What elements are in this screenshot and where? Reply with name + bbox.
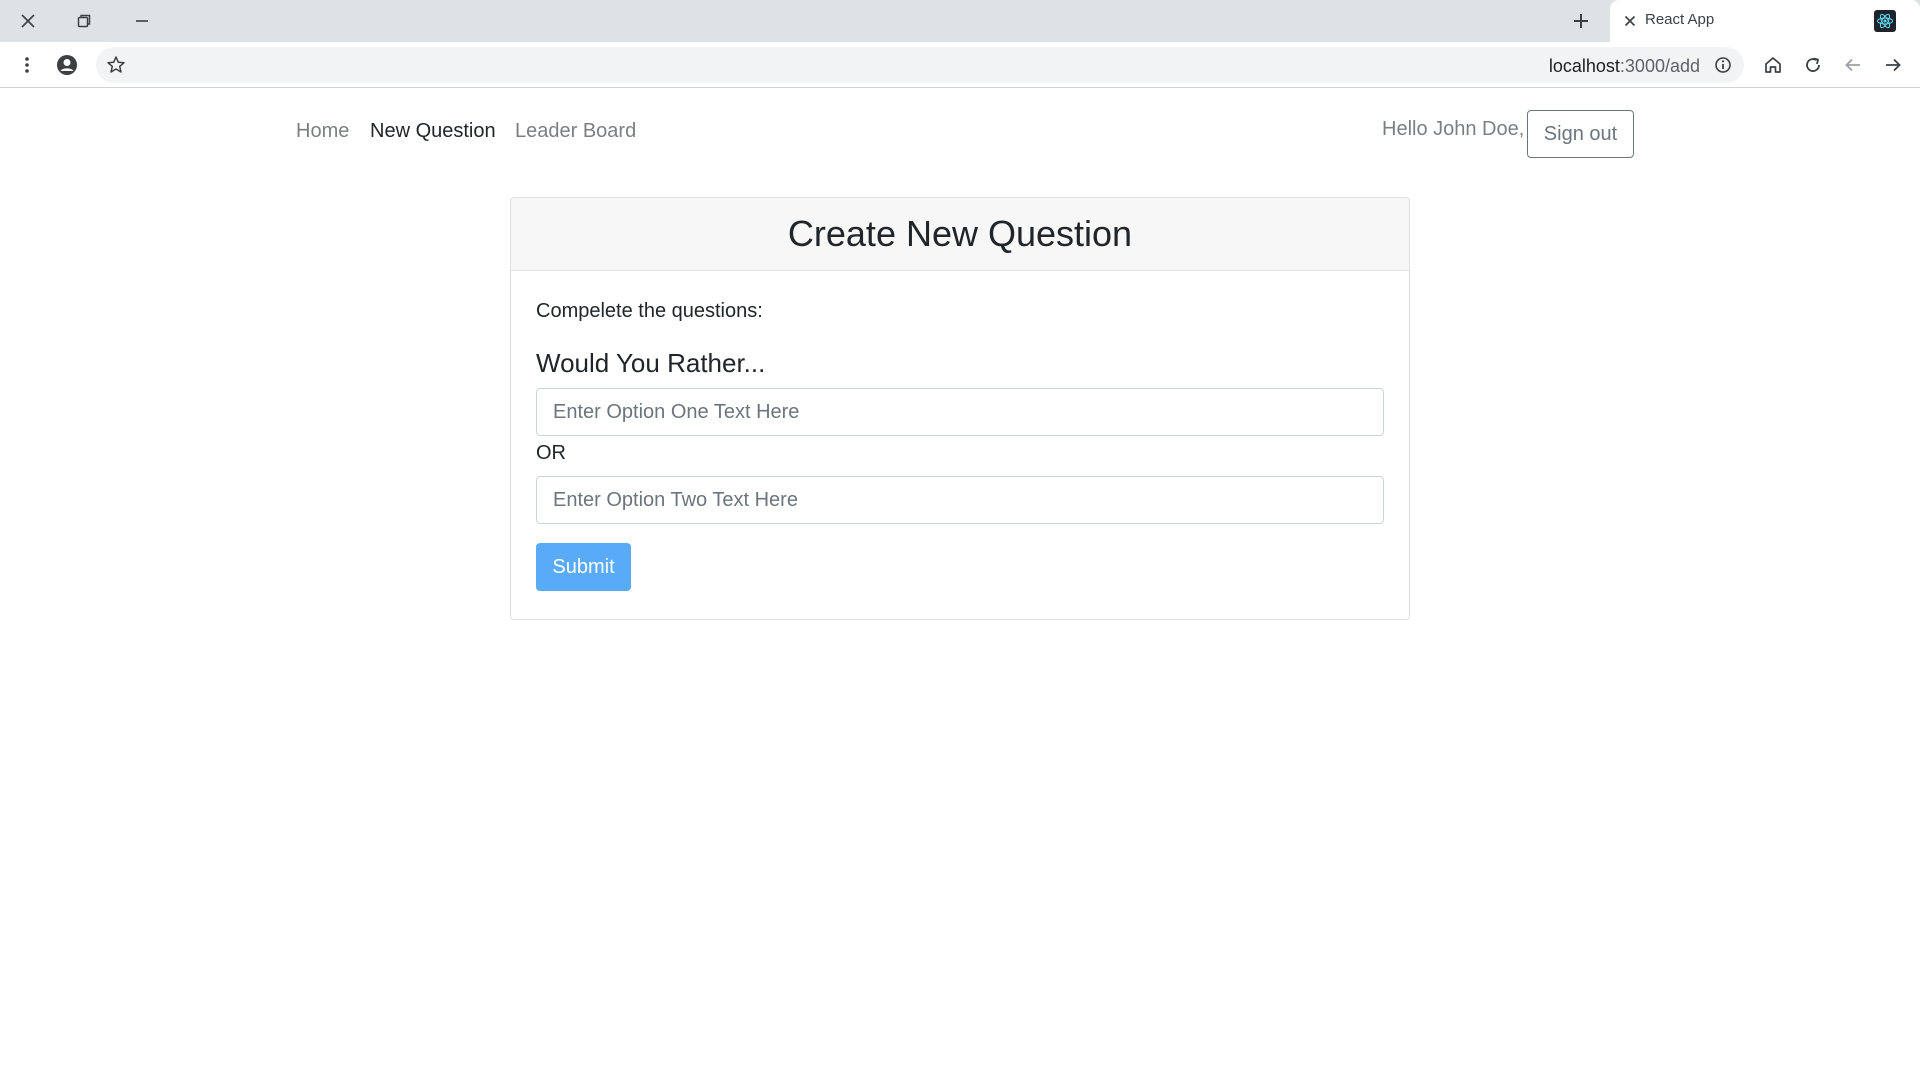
new-tab-button[interactable] [1563, 7, 1599, 35]
page-title: Create New Question [787, 213, 1133, 254]
active-tab[interactable]: React App [1610, 0, 1920, 42]
account-circle-icon [57, 55, 77, 75]
home-icon [1765, 57, 1781, 73]
window-minimize-button[interactable] [120, 6, 164, 36]
plus-icon [1574, 14, 1588, 28]
tab-strip: React App [0, 0, 1920, 42]
reload-button[interactable] [1798, 50, 1828, 80]
would-you-rather-heading: Would You Rather... [536, 348, 766, 378]
or-label: OR [536, 442, 566, 464]
nav-link-leader-board[interactable]: Leader Board [515, 120, 636, 143]
submit-button[interactable]: Submit [536, 543, 631, 591]
arrow-right-icon [1886, 58, 1901, 72]
minimize-icon [136, 20, 148, 22]
user-greeting: Hello John Doe, [1382, 118, 1525, 140]
url-text[interactable]: localhost:3000/add [1549, 56, 1700, 77]
url-path: :3000/add [1619, 56, 1700, 76]
option-two-input[interactable] [536, 476, 1384, 524]
address-bar[interactable]: localhost:3000/add [96, 47, 1744, 83]
reload-icon [1806, 57, 1820, 72]
tab-close-button[interactable] [1620, 11, 1640, 31]
browser-toolbar: localhost:3000/add [0, 42, 1920, 88]
close-icon [1624, 15, 1636, 27]
close-icon [21, 14, 35, 28]
url-host: localhost [1548, 56, 1620, 76]
card-header: Create New Question [511, 198, 1409, 271]
home-button[interactable] [1758, 50, 1788, 80]
nav-link-new-question[interactable]: New Question [370, 120, 496, 143]
option-one-input[interactable] [536, 388, 1384, 436]
back-button[interactable] [1838, 50, 1868, 80]
new-question-card: Create New Question Compelete the questi… [510, 197, 1410, 620]
star-icon [107, 56, 125, 73]
form-instructions: Compelete the questions: [536, 300, 763, 322]
kebab-menu-icon [25, 57, 29, 73]
browser-menu-button[interactable] [12, 50, 42, 80]
app-navbar: Home New Question Leader Board Hello Joh… [290, 110, 1635, 158]
arrow-left-icon [1845, 58, 1860, 72]
profile-button[interactable] [52, 50, 82, 80]
react-logo-icon [1874, 10, 1896, 32]
nav-link-home[interactable]: Home [296, 120, 349, 143]
tab-title: React App [1645, 11, 1715, 28]
window-close-button[interactable] [6, 6, 50, 36]
window-restore-button[interactable] [62, 6, 106, 36]
site-info-button[interactable] [1708, 50, 1738, 80]
bookmark-button[interactable] [101, 50, 131, 80]
info-icon [1715, 57, 1731, 73]
sign-out-button[interactable]: Sign out [1527, 110, 1634, 158]
forward-button[interactable] [1878, 50, 1908, 80]
restore-icon [77, 14, 91, 28]
